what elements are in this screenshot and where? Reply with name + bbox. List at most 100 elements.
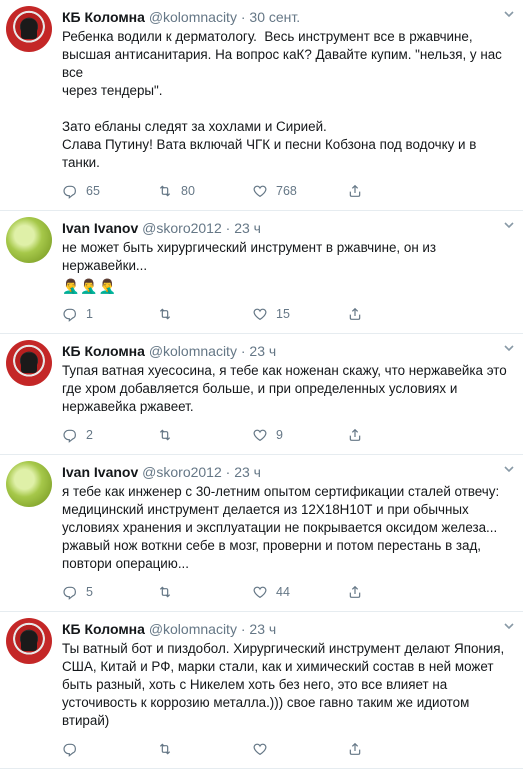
like-button[interactable]: 768 — [252, 183, 347, 199]
share-button[interactable] — [347, 584, 371, 600]
like-count: 44 — [276, 585, 290, 599]
tweet-actions: 5 44 — [62, 583, 515, 601]
timestamp[interactable]: 23 ч — [249, 343, 276, 359]
retweet-icon — [159, 743, 171, 755]
tweet-3[interactable]: КБ Коломна @kolomnacity · 23 ч Тупая ват… — [0, 334, 523, 455]
retweet-icon — [159, 429, 171, 441]
reply-button[interactable]: 5 — [62, 584, 157, 600]
author-name[interactable]: Ivan Ivanov — [62, 464, 138, 480]
timestamp[interactable]: 23 ч — [234, 220, 261, 236]
like-button[interactable] — [252, 741, 347, 757]
tweet-feed: КБ Коломна @kolomnacity · 30 сент. Ребен… — [0, 0, 523, 769]
tweet-text: я тебе как инженер с 30-летним опытом се… — [62, 484, 500, 571]
share-icon — [349, 184, 361, 197]
tweet-header: Ivan Ivanov @skoro2012 · 23 ч — [62, 463, 515, 481]
chevron-down-icon[interactable] — [503, 219, 515, 231]
heart-icon — [253, 308, 267, 321]
reply-count: 1 — [86, 307, 93, 321]
heart-icon — [253, 429, 267, 442]
retweet-button[interactable] — [157, 584, 252, 600]
like-button[interactable]: 15 — [252, 306, 347, 322]
tweet-header: КБ Коломна @kolomnacity · 23 ч — [62, 342, 515, 360]
reply-icon — [63, 743, 76, 757]
timestamp[interactable]: 30 сент. — [249, 9, 300, 25]
heart-icon — [253, 743, 267, 756]
chevron-down-icon[interactable] — [503, 342, 515, 354]
retweet-button[interactable] — [157, 306, 252, 322]
reply-icon — [63, 586, 76, 600]
chevron-down-icon[interactable] — [503, 8, 515, 20]
share-button[interactable] — [347, 183, 371, 199]
heart-icon — [253, 185, 267, 198]
tweet-text: Тупая ватная хуесосина, я тебе как ножен… — [62, 363, 507, 414]
tweet-4[interactable]: Ivan Ivanov @skoro2012 · 23 ч я тебе как… — [0, 455, 523, 612]
author-handle[interactable]: @kolomnacity — [149, 621, 237, 637]
tweet-actions: 65 80 768 — [62, 182, 515, 200]
retweet-icon — [159, 185, 171, 197]
timestamp[interactable]: 23 ч — [249, 621, 276, 637]
tweet-actions — [62, 740, 515, 758]
author-name[interactable]: Ivan Ivanov — [62, 220, 138, 236]
avatar[interactable] — [6, 340, 52, 386]
tweet-actions: 1 15 — [62, 305, 515, 323]
separator-dot: · — [225, 464, 231, 480]
chevron-down-icon[interactable] — [503, 620, 515, 632]
reply-icon — [63, 185, 76, 199]
tweet-text: Ты ватный бот и пиздобол. Хирургический … — [62, 641, 505, 728]
like-button[interactable]: 9 — [252, 427, 347, 443]
retweet-icon — [159, 308, 171, 320]
reply-icon — [63, 308, 76, 322]
retweet-count: 80 — [181, 184, 195, 198]
reply-button[interactable] — [62, 741, 157, 757]
reply-button[interactable]: 2 — [62, 427, 157, 443]
tweet-text: не может быть хирургический инструмент в… — [62, 240, 437, 273]
reply-count: 65 — [86, 184, 100, 198]
retweet-icon — [159, 586, 171, 598]
retweet-button[interactable] — [157, 741, 252, 757]
avatar[interactable] — [6, 461, 52, 507]
like-button[interactable]: 44 — [252, 584, 347, 600]
author-name[interactable]: КБ Коломна — [62, 343, 145, 359]
separator-dot: · — [240, 9, 246, 25]
like-count: 15 — [276, 307, 290, 321]
separator-dot: · — [240, 621, 246, 637]
tweet-header: КБ Коломна @kolomnacity · 23 ч — [62, 620, 515, 638]
timestamp[interactable]: 23 ч — [234, 464, 261, 480]
like-count: 9 — [276, 428, 283, 442]
chevron-down-icon[interactable] — [503, 463, 515, 475]
share-icon — [349, 585, 361, 598]
like-count: 768 — [276, 184, 297, 198]
author-name[interactable]: КБ Коломна — [62, 9, 145, 25]
author-handle[interactable]: @kolomnacity — [149, 343, 237, 359]
author-handle[interactable]: @skoro2012 — [142, 464, 222, 480]
reply-count: 5 — [86, 585, 93, 599]
retweet-button[interactable]: 80 — [157, 183, 252, 199]
share-button[interactable] — [347, 741, 371, 757]
share-icon — [349, 742, 361, 755]
tweet-text: Ребенка водили к дерматологу. Весь инстр… — [62, 29, 502, 170]
tweet-header: Ivan Ivanov @skoro2012 · 23 ч — [62, 219, 515, 237]
reply-button[interactable]: 1 — [62, 306, 157, 322]
share-button[interactable] — [347, 427, 371, 443]
tweet-emoji: 🤦‍♂️🤦‍♂️🤦‍♂️ — [62, 278, 118, 294]
share-icon — [349, 428, 361, 441]
heart-icon — [253, 586, 267, 599]
separator-dot: · — [240, 343, 246, 359]
tweet-1[interactable]: КБ Коломна @kolomnacity · 30 сент. Ребен… — [0, 0, 523, 211]
reply-icon — [63, 429, 76, 443]
retweet-button[interactable] — [157, 427, 252, 443]
avatar[interactable] — [6, 618, 52, 664]
author-handle[interactable]: @kolomnacity — [149, 9, 237, 25]
tweet-header: КБ Коломна @kolomnacity · 30 сент. — [62, 8, 515, 26]
share-icon — [349, 307, 361, 320]
avatar[interactable] — [6, 217, 52, 263]
share-button[interactable] — [347, 306, 371, 322]
reply-count: 2 — [86, 428, 93, 442]
tweet-5[interactable]: КБ Коломна @kolomnacity · 23 ч Ты ватный… — [0, 612, 523, 769]
author-handle[interactable]: @skoro2012 — [142, 220, 222, 236]
author-name[interactable]: КБ Коломна — [62, 621, 145, 637]
tweet-actions: 2 9 — [62, 426, 515, 444]
reply-button[interactable]: 65 — [62, 183, 157, 199]
tweet-2[interactable]: Ivan Ivanov @skoro2012 · 23 ч не может б… — [0, 211, 523, 334]
avatar[interactable] — [6, 6, 52, 52]
